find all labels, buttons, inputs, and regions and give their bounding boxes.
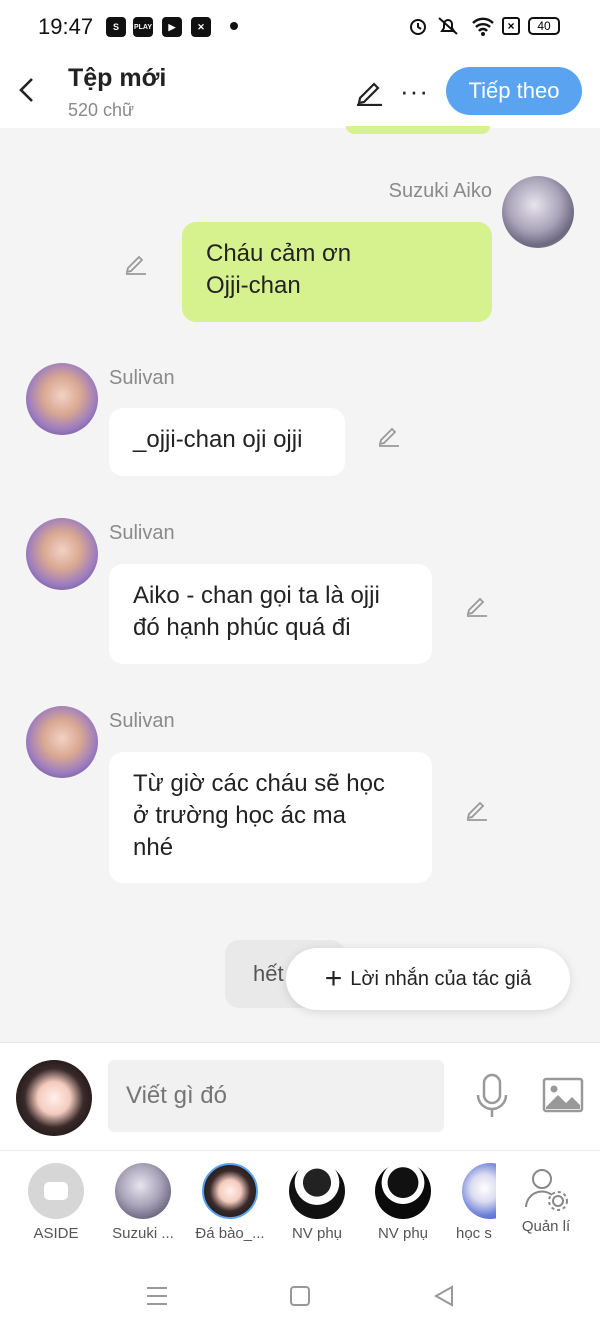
more-options-icon[interactable]: ··· (400, 76, 429, 107)
avatar-suzuki-aiko[interactable] (502, 176, 574, 248)
character-hoc-s[interactable]: học s (446, 1151, 496, 1242)
avatar (462, 1163, 496, 1219)
battery-level: 40 (537, 19, 551, 33)
aside-icon (28, 1163, 84, 1219)
message-bubble[interactable]: _ojji-chan oji ojji (109, 408, 345, 476)
character-label: Đá bào_... (195, 1225, 265, 1242)
character-label: NV phụ (377, 1225, 429, 1242)
status-bar: 19:47 S PLAY ▶ ✕ × 40 (0, 0, 600, 52)
avatar-selected (202, 1163, 258, 1219)
author-note-label: Lời nhắn của tác giả (350, 967, 532, 990)
message-line: đó hạnh phúc quá đi (133, 614, 351, 641)
message-bubble-own[interactable]: Cháu cảm ơn Ojji-chan (182, 222, 492, 322)
silhouette-avatar (375, 1163, 431, 1219)
shopping-bag-icon: S (106, 17, 126, 37)
sender-name: Sulivan (109, 367, 175, 389)
character-label: Suzuki ... (112, 1225, 174, 1242)
character-da-bao[interactable]: Đá bào_... (186, 1151, 274, 1242)
avatar-sulivan[interactable] (26, 363, 98, 435)
message-line: _ojji-chan oji ojji (133, 426, 303, 453)
sender-name: Sulivan (109, 710, 175, 732)
system-nav-bar (0, 1260, 600, 1333)
wifi-icon (472, 17, 494, 36)
avatar (115, 1163, 171, 1219)
edit-message-icon[interactable] (464, 592, 490, 618)
edit-icon[interactable] (354, 76, 384, 106)
message-line: ở trường học ác ma (133, 802, 346, 829)
edit-message-icon[interactable] (376, 422, 402, 448)
character-label: ASIDE (33, 1225, 79, 1242)
message-input[interactable] (108, 1060, 444, 1132)
character-suzuki[interactable]: Suzuki ... (99, 1151, 187, 1242)
current-character-avatar[interactable] (16, 1060, 92, 1136)
sender-name: Suzuki Aiko (388, 180, 492, 202)
alarm-icon (410, 19, 426, 35)
character-label: Quản lí (521, 1218, 571, 1235)
partial-text: hết (253, 961, 284, 986)
edit-message-icon[interactable] (464, 796, 490, 822)
character-label: NV phụ (291, 1225, 343, 1242)
mute-icon (438, 17, 458, 35)
message-line: Cháu cảm ơn (206, 240, 352, 267)
top-app-bar: Tệp mới 520 chữ ··· Tiếp theo (0, 52, 600, 128)
status-time: 19:47 (38, 14, 94, 39)
home-icon[interactable] (289, 1285, 311, 1307)
microphone-icon[interactable] (474, 1073, 510, 1119)
character-bar: ASIDE Suzuki ... Đá bào_... NV phụ NV ph… (0, 1150, 600, 1261)
character-label: học s (456, 1225, 492, 1242)
menu-icon[interactable] (145, 1284, 169, 1308)
image-icon[interactable] (542, 1077, 584, 1113)
message-bubble[interactable]: Từ giờ các cháu sẽ học ở trường học ác m… (109, 752, 432, 883)
back-icon[interactable] (14, 76, 40, 104)
sender-name: Sulivan (109, 522, 175, 544)
character-nv-phu-2[interactable]: NV phụ (359, 1151, 447, 1242)
message-line: Aiko - chan gọi ta là ojji (133, 582, 380, 609)
manage-characters-button[interactable]: Quản lí (502, 1151, 590, 1235)
silhouette-avatar (289, 1163, 345, 1219)
message-bubble[interactable]: Aiko - chan gọi ta là ojji đó hạnh phúc … (109, 564, 432, 664)
capcut-icon: ✕ (191, 17, 211, 37)
edit-message-icon[interactable] (123, 250, 149, 276)
battery-icon: 40 (528, 17, 560, 35)
previous-bubble-edge (346, 126, 490, 134)
notification-dot-icon (230, 22, 238, 30)
page-title: Tệp mới (68, 64, 167, 92)
sim-icon: × (502, 17, 520, 35)
manage-user-icon (525, 1169, 568, 1211)
plus-icon: + (324, 962, 343, 995)
composer-bar (0, 1042, 600, 1151)
message-line: nhé (133, 834, 174, 861)
character-nv-phu-1[interactable]: NV phụ (273, 1151, 361, 1242)
avatar-sulivan[interactable] (26, 518, 98, 590)
play-together-icon: PLAY (133, 17, 153, 37)
message-line: Ojji-chan (206, 272, 301, 299)
avatar-sulivan[interactable] (26, 706, 98, 778)
character-aside[interactable]: ASIDE (12, 1151, 100, 1242)
back-nav-icon[interactable] (432, 1284, 456, 1308)
youtube-icon: ▶ (162, 17, 182, 37)
message-line: Từ giờ các cháu sẽ học (133, 770, 385, 797)
next-button[interactable]: Tiếp theo (446, 67, 582, 115)
author-note-button[interactable]: + Lời nhắn của tác giả (286, 948, 570, 1010)
word-count: 520 chữ (68, 100, 135, 120)
